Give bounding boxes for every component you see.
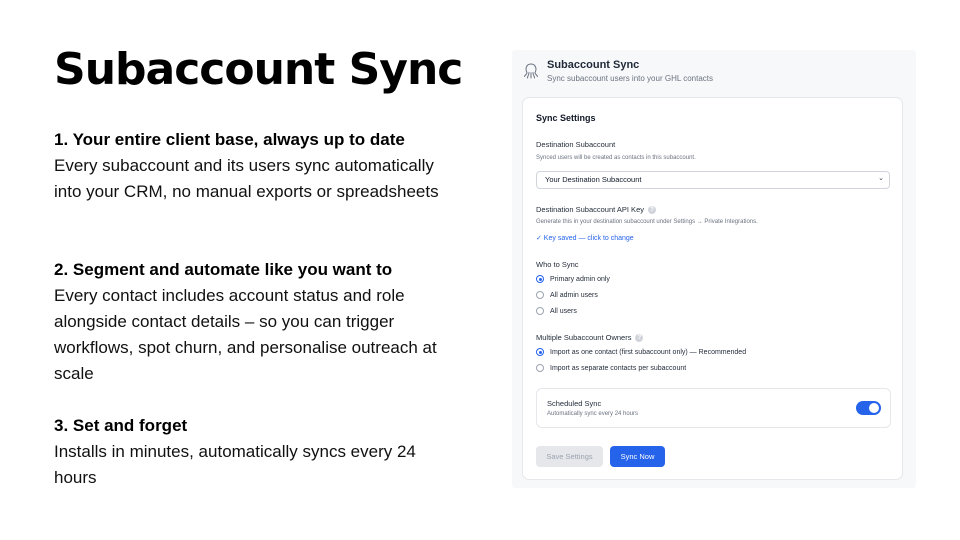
- scheduled-sync-box: Scheduled Sync Automatically sync every …: [536, 388, 891, 428]
- slide-title: Subaccount Sync: [54, 44, 463, 95]
- feature-heading: 3. Set and forget: [54, 416, 188, 435]
- owners-label-text: Multiple Subaccount Owners: [536, 333, 632, 342]
- radio-label: All users: [550, 307, 577, 315]
- radio-label: Import as one contact (first subaccount …: [550, 348, 747, 356]
- feature-heading: 2. Segment and automate like you want to: [54, 260, 393, 279]
- section-title: Sync Settings: [536, 113, 596, 123]
- app-screenshot: Subaccount Sync Sync subaccount users in…: [512, 50, 916, 488]
- radio-primary-admin[interactable]: Primary admin only: [536, 275, 610, 283]
- radio-button[interactable]: [536, 307, 544, 315]
- feature-body: Every subaccount and its users sync auto…: [54, 156, 439, 201]
- feature-1: 1. Your entire client base, always up to…: [54, 127, 454, 205]
- scheduled-sync-hint: Automatically sync every 24 hours: [547, 411, 639, 417]
- info-icon[interactable]: ?: [648, 206, 656, 215]
- feature-3: 3. Set and forget Installs in minutes, a…: [54, 413, 454, 491]
- api-key-hint: Generate this in your destination subacc…: [536, 219, 758, 225]
- owners-label: Multiple Subaccount Owners?: [536, 333, 644, 343]
- feature-body: Every contact includes account status an…: [54, 286, 437, 383]
- api-key-label-text: Destination Subaccount API Key: [536, 205, 644, 214]
- destination-label: Destination Subaccount: [536, 140, 616, 149]
- key-saved-link[interactable]: ✓ Key saved — click to change: [536, 234, 634, 242]
- radio-button[interactable]: [536, 275, 544, 283]
- destination-select[interactable]: Your Destination Subaccount ⌄: [536, 171, 890, 189]
- feature-body: Installs in minutes, automatically syncs…: [54, 442, 416, 487]
- toggle-knob: [869, 403, 879, 413]
- sync-settings-card: Sync Settings Destination Subaccount Syn…: [522, 97, 903, 480]
- app-subtitle: Sync subaccount users into your GHL cont…: [547, 74, 714, 83]
- feature-heading: 1. Your entire client base, always up to…: [54, 130, 405, 149]
- scheduled-sync-label: Scheduled Sync: [547, 399, 602, 408]
- radio-separate-contacts[interactable]: Import as separate contacts per subaccou…: [536, 364, 686, 372]
- scheduled-sync-toggle[interactable]: [856, 401, 881, 415]
- save-settings-button[interactable]: Save Settings: [536, 446, 603, 467]
- sync-now-button[interactable]: Sync Now: [610, 446, 665, 467]
- octopus-icon: [524, 63, 538, 79]
- radio-button[interactable]: [536, 348, 544, 356]
- chevron-down-icon: ⌄: [878, 175, 884, 182]
- destination-selected-value: Your Destination Subaccount: [545, 175, 642, 184]
- radio-label: All admin users: [550, 291, 598, 299]
- radio-label: Import as separate contacts per subaccou…: [550, 364, 687, 372]
- destination-hint: Synced users will be created as contacts…: [536, 155, 696, 161]
- feature-2: 2. Segment and automate like you want to…: [54, 257, 454, 387]
- info-icon[interactable]: ?: [635, 334, 644, 343]
- app-title: Subaccount Sync: [547, 59, 640, 71]
- radio-all-admins[interactable]: All admin users: [536, 291, 598, 299]
- who-to-sync-label: Who to Sync: [536, 260, 579, 269]
- radio-button[interactable]: [536, 291, 544, 299]
- radio-label: Primary admin only: [550, 275, 610, 283]
- radio-button[interactable]: [536, 364, 544, 372]
- radio-all-users[interactable]: All users: [536, 307, 577, 315]
- radio-one-contact[interactable]: Import as one contact (first subaccount …: [536, 348, 746, 356]
- api-key-label: Destination Subaccount API Key?: [536, 205, 656, 215]
